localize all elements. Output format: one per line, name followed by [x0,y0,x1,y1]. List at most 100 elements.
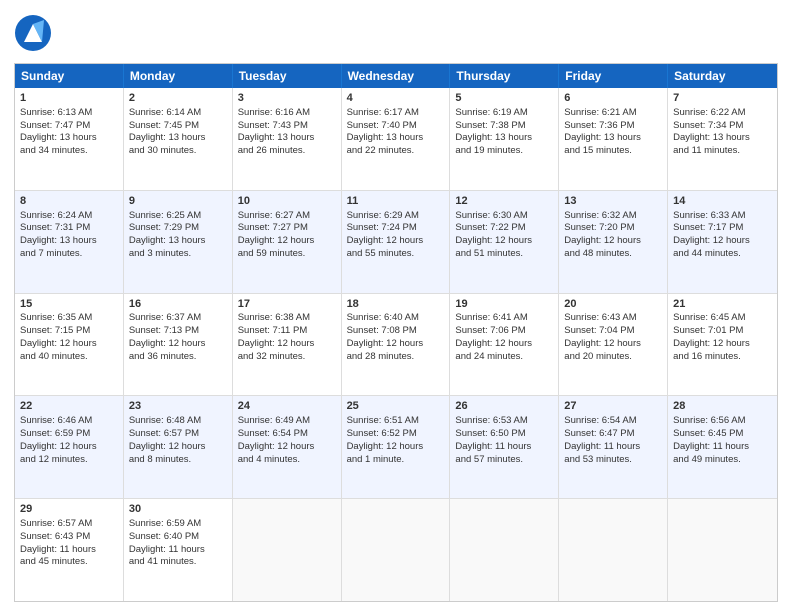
calendar-cell-2-6: 13Sunrise: 6:32 AMSunset: 7:20 PMDayligh… [559,191,668,293]
day-info-line: and 24 minutes. [455,351,553,364]
calendar-cell-2-3: 10Sunrise: 6:27 AMSunset: 7:27 PMDayligh… [233,191,342,293]
day-info-line: Daylight: 13 hours [564,132,662,145]
day-info-line: and 51 minutes. [455,248,553,261]
day-info-line: Sunset: 7:22 PM [455,222,553,235]
calendar-cell-1-7: 7Sunrise: 6:22 AMSunset: 7:34 PMDaylight… [668,88,777,190]
day-info-line: Sunrise: 6:57 AM [20,518,118,531]
day-info-line: Sunset: 7:40 PM [347,120,445,133]
day-info-line: Daylight: 11 hours [455,441,553,454]
day-info-line: Sunrise: 6:16 AM [238,107,336,120]
day-number: 23 [129,399,227,414]
day-info-line: and 53 minutes. [564,454,662,467]
day-info-line: Daylight: 12 hours [564,235,662,248]
calendar-cell-2-5: 12Sunrise: 6:30 AMSunset: 7:22 PMDayligh… [450,191,559,293]
day-info-line: Daylight: 12 hours [20,441,118,454]
day-number: 7 [673,91,772,106]
calendar-row-2: 8Sunrise: 6:24 AMSunset: 7:31 PMDaylight… [15,191,777,294]
day-number: 28 [673,399,772,414]
day-number: 12 [455,194,553,209]
day-info-line: Daylight: 12 hours [347,235,445,248]
day-info-line: Sunrise: 6:17 AM [347,107,445,120]
day-info-line: and 59 minutes. [238,248,336,261]
day-info-line: Daylight: 12 hours [673,338,772,351]
day-info-line: Sunrise: 6:48 AM [129,415,227,428]
day-info-line: and 20 minutes. [564,351,662,364]
day-info-line: and 55 minutes. [347,248,445,261]
day-info-line: Sunset: 7:47 PM [20,120,118,133]
day-info-line: and 22 minutes. [347,145,445,158]
calendar-row-4: 22Sunrise: 6:46 AMSunset: 6:59 PMDayligh… [15,396,777,499]
day-info-line: Sunrise: 6:33 AM [673,210,772,223]
day-info-line: and 32 minutes. [238,351,336,364]
calendar-cell-5-4 [342,499,451,601]
day-info-line: Daylight: 13 hours [20,235,118,248]
day-number: 10 [238,194,336,209]
day-info-line: and 30 minutes. [129,145,227,158]
calendar-cell-2-7: 14Sunrise: 6:33 AMSunset: 7:17 PMDayligh… [668,191,777,293]
day-number: 1 [20,91,118,106]
calendar-cell-1-6: 6Sunrise: 6:21 AMSunset: 7:36 PMDaylight… [559,88,668,190]
calendar-cell-4-5: 26Sunrise: 6:53 AMSunset: 6:50 PMDayligh… [450,396,559,498]
day-info-line: Sunset: 6:47 PM [564,428,662,441]
day-info-line: Daylight: 13 hours [129,235,227,248]
day-number: 24 [238,399,336,414]
day-number: 14 [673,194,772,209]
day-number: 30 [129,502,227,517]
day-info-line: Sunrise: 6:19 AM [455,107,553,120]
day-info-line: Sunset: 7:15 PM [20,325,118,338]
calendar-cell-5-7 [668,499,777,601]
day-number: 16 [129,297,227,312]
day-info-line: and 57 minutes. [455,454,553,467]
day-info-line: Sunrise: 6:49 AM [238,415,336,428]
day-number: 20 [564,297,662,312]
day-info-line: and 7 minutes. [20,248,118,261]
day-info-line: Sunrise: 6:40 AM [347,312,445,325]
calendar-cell-3-7: 21Sunrise: 6:45 AMSunset: 7:01 PMDayligh… [668,294,777,396]
calendar-cell-3-5: 19Sunrise: 6:41 AMSunset: 7:06 PMDayligh… [450,294,559,396]
header-cell-friday: Friday [559,64,668,88]
day-info-line: Sunrise: 6:27 AM [238,210,336,223]
calendar-cell-4-7: 28Sunrise: 6:56 AMSunset: 6:45 PMDayligh… [668,396,777,498]
day-info-line: and 16 minutes. [673,351,772,364]
day-info-line: Daylight: 12 hours [673,235,772,248]
day-number: 6 [564,91,662,106]
day-info-line: Sunset: 7:08 PM [347,325,445,338]
day-info-line: Daylight: 12 hours [129,338,227,351]
day-info-line: Sunset: 7:04 PM [564,325,662,338]
calendar-cell-4-4: 25Sunrise: 6:51 AMSunset: 6:52 PMDayligh… [342,396,451,498]
day-info-line: and 12 minutes. [20,454,118,467]
day-info-line: Sunset: 7:11 PM [238,325,336,338]
calendar-cell-2-4: 11Sunrise: 6:29 AMSunset: 7:24 PMDayligh… [342,191,451,293]
calendar-cell-3-3: 17Sunrise: 6:38 AMSunset: 7:11 PMDayligh… [233,294,342,396]
calendar-cell-2-1: 8Sunrise: 6:24 AMSunset: 7:31 PMDaylight… [15,191,124,293]
day-number: 11 [347,194,445,209]
calendar-cell-4-2: 23Sunrise: 6:48 AMSunset: 6:57 PMDayligh… [124,396,233,498]
header-cell-thursday: Thursday [450,64,559,88]
calendar-row-1: 1Sunrise: 6:13 AMSunset: 7:47 PMDaylight… [15,88,777,191]
day-info-line: and 4 minutes. [238,454,336,467]
day-info-line: Sunset: 6:59 PM [20,428,118,441]
day-info-line: Sunrise: 6:56 AM [673,415,772,428]
day-info-line: and 41 minutes. [129,556,227,569]
day-info-line: Sunrise: 6:21 AM [564,107,662,120]
day-info-line: Sunrise: 6:24 AM [20,210,118,223]
day-info-line: and 49 minutes. [673,454,772,467]
day-info-line: Daylight: 13 hours [455,132,553,145]
day-info-line: Sunrise: 6:22 AM [673,107,772,120]
day-info-line: and 44 minutes. [673,248,772,261]
day-info-line: Sunrise: 6:59 AM [129,518,227,531]
day-number: 25 [347,399,445,414]
calendar-cell-5-6 [559,499,668,601]
day-info-line: Daylight: 13 hours [129,132,227,145]
calendar-cell-2-2: 9Sunrise: 6:25 AMSunset: 7:29 PMDaylight… [124,191,233,293]
calendar-cell-3-1: 15Sunrise: 6:35 AMSunset: 7:15 PMDayligh… [15,294,124,396]
day-info-line: Daylight: 12 hours [238,235,336,248]
calendar-cell-4-1: 22Sunrise: 6:46 AMSunset: 6:59 PMDayligh… [15,396,124,498]
day-info-line: Sunrise: 6:38 AM [238,312,336,325]
calendar-cell-5-2: 30Sunrise: 6:59 AMSunset: 6:40 PMDayligh… [124,499,233,601]
day-info-line: Sunset: 7:06 PM [455,325,553,338]
day-info-line: Sunset: 6:43 PM [20,531,118,544]
day-info-line: Daylight: 12 hours [347,338,445,351]
day-info-line: Sunset: 7:13 PM [129,325,227,338]
day-info-line: Daylight: 12 hours [20,338,118,351]
